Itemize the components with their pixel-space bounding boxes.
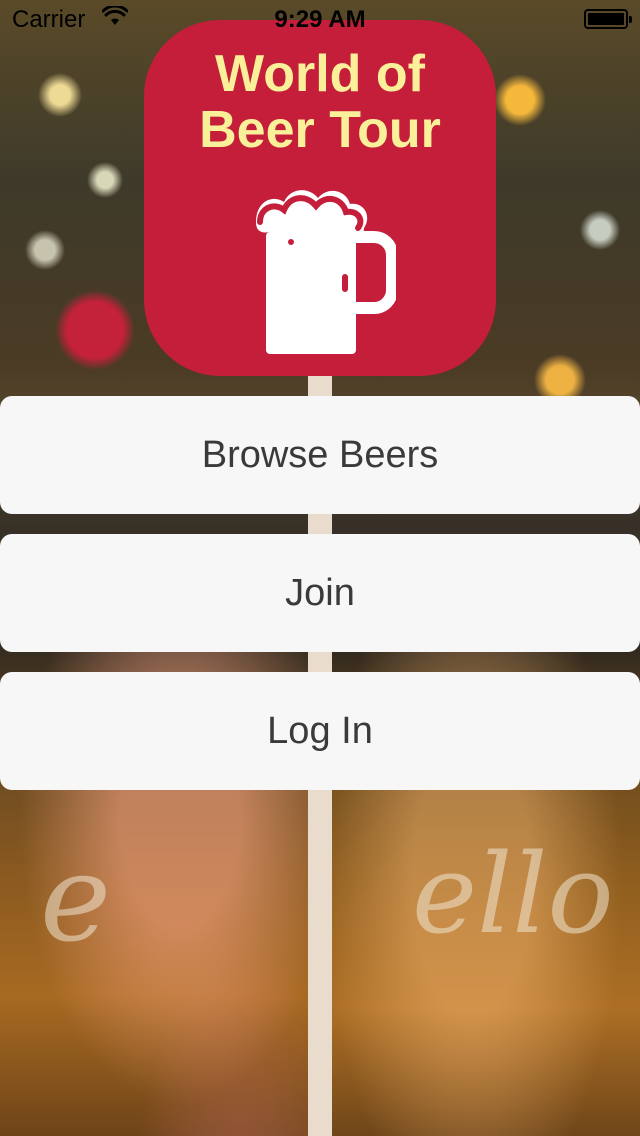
battery-icon xyxy=(584,9,632,29)
app-logo: World of Beer Tour xyxy=(144,20,496,376)
logo-title-line2: Beer Tour xyxy=(199,101,441,159)
beer-mug-icon xyxy=(256,190,396,354)
logo-title: World of Beer Tour xyxy=(144,46,496,158)
status-bar: Carrier 9:29 AM xyxy=(0,0,640,40)
browse-beers-button[interactable]: Browse Beers xyxy=(0,396,640,514)
status-time: 9:29 AM xyxy=(274,6,366,33)
join-button[interactable]: Join xyxy=(0,534,640,652)
log-in-button[interactable]: Log In xyxy=(0,672,640,790)
logo-title-line1: World of xyxy=(215,45,425,103)
